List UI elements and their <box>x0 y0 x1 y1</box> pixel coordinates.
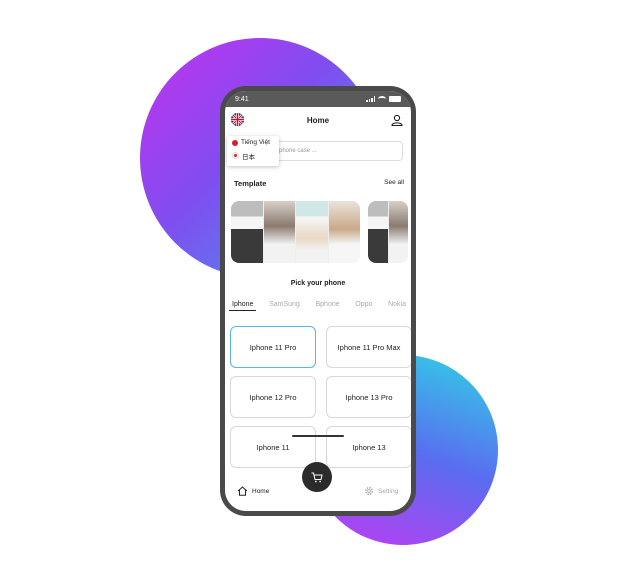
brand-tabs: Iphone SamSung Bphone Oppo Nokia <box>229 299 409 311</box>
status-time: 9:41 <box>235 95 249 103</box>
template-title: Template <box>234 179 267 188</box>
cart-icon <box>311 472 323 482</box>
nav-home[interactable]: Home <box>237 486 269 496</box>
battery-icon <box>389 96 401 102</box>
tab-iphone[interactable]: Iphone <box>229 299 257 311</box>
tab-oppo[interactable]: Oppo <box>352 299 375 311</box>
home-icon <box>237 486 248 496</box>
phone-model-card[interactable]: Iphone 12 Pro <box>230 376 316 418</box>
template-carousel <box>231 201 411 263</box>
template-preview-image <box>328 201 360 263</box>
template-preview-image <box>388 201 408 263</box>
pick-phone-title: Pick your phone <box>290 280 346 287</box>
template-preview-image <box>296 201 328 263</box>
search-placeholder: h phone case ... <box>274 148 317 154</box>
nav-setting[interactable]: Setting <box>364 486 398 496</box>
language-dropdown: Tiếng Việt 日本 <box>227 136 279 166</box>
language-label: Tiếng Việt <box>241 139 270 146</box>
phone-model-card[interactable]: Iphone 11 Pro <box>230 326 316 368</box>
template-section-header: Template See all <box>234 179 404 188</box>
phone-model-card[interactable]: Iphone 13 Pro <box>326 376 411 418</box>
phone-model-card[interactable]: Iphone 11 Pro Max <box>326 326 411 368</box>
gear-icon <box>365 487 373 495</box>
language-label: 日本 <box>242 153 255 161</box>
vietnam-flag-icon <box>232 139 238 146</box>
status-icons <box>366 96 401 102</box>
cart-button[interactable] <box>302 462 332 492</box>
template-card[interactable] <box>368 201 408 263</box>
language-item-japanese[interactable]: 日本 <box>227 149 279 162</box>
home-indicator <box>292 435 344 437</box>
tab-nokia[interactable]: Nokia <box>385 299 409 311</box>
phone-model-card[interactable]: Iphone 11 <box>230 426 316 468</box>
tab-samsung[interactable]: SamSung <box>266 299 303 311</box>
template-preview-image <box>368 201 388 263</box>
phone-model-card[interactable]: Iphone 13 <box>326 426 411 468</box>
uk-flag-icon[interactable] <box>231 113 244 126</box>
page-title: Home <box>306 115 330 125</box>
japan-flag-icon <box>232 152 239 159</box>
template-preview-image <box>231 201 263 263</box>
phone-model-grid: Iphone 11 Pro Iphone 11 Pro Max Iphone 1… <box>230 326 411 468</box>
user-icon[interactable] <box>391 113 403 127</box>
nav-setting-label: Setting <box>378 487 399 495</box>
template-card[interactable] <box>231 201 360 263</box>
see-all-link[interactable]: See all <box>384 179 404 188</box>
template-preview-image <box>263 201 295 263</box>
nav-home-label: Home <box>252 487 270 495</box>
top-nav: Home <box>225 107 411 133</box>
phone-screen: 9:41 Home h phone case ... Tiếng Việt 日本… <box>225 91 411 511</box>
status-bar: 9:41 <box>225 91 411 107</box>
tab-bphone[interactable]: Bphone <box>312 299 342 311</box>
phone-frame: 9:41 Home h phone case ... Tiếng Việt 日本… <box>220 86 416 516</box>
signal-icon <box>366 96 375 102</box>
language-item-vietnamese[interactable]: Tiếng Việt <box>227 136 279 149</box>
wifi-icon <box>378 96 386 102</box>
